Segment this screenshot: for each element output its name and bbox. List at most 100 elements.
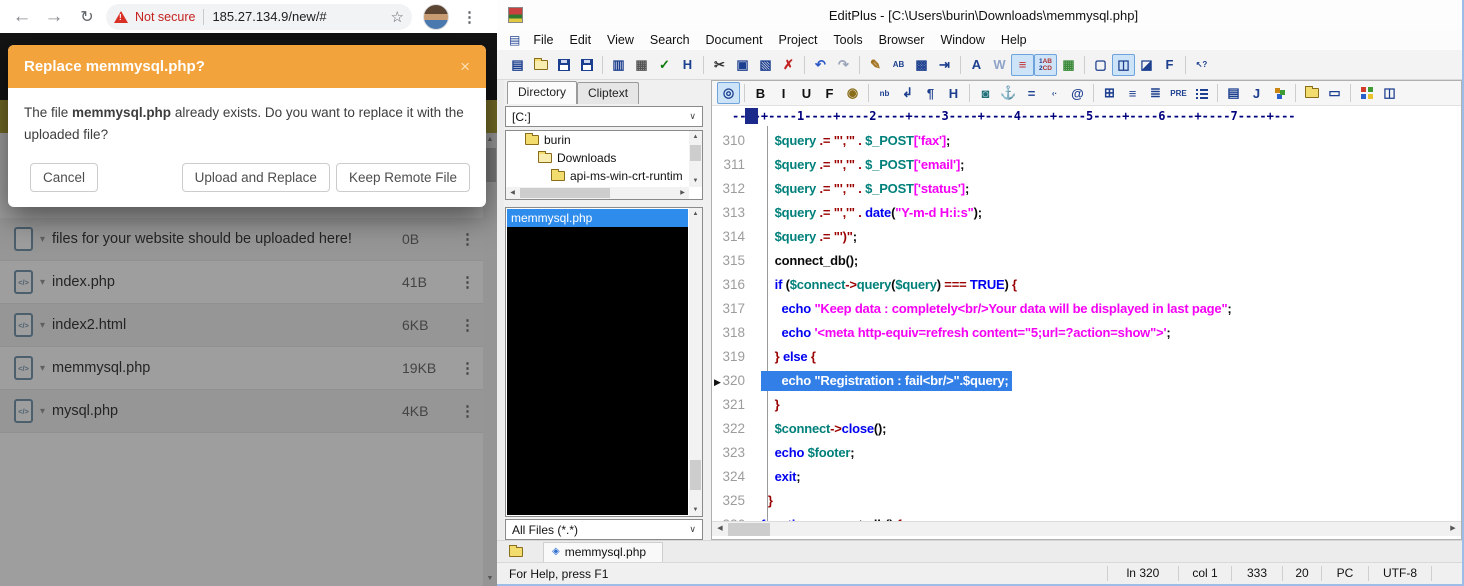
not-secure-label[interactable]: Not secure bbox=[135, 10, 195, 24]
scroll-right-icon[interactable]: ▶ bbox=[1445, 523, 1461, 535]
paste-icon[interactable]: ▧ bbox=[754, 54, 777, 76]
code-line[interactable]: 325 } bbox=[712, 488, 1461, 512]
undo-icon[interactable]: ↶ bbox=[809, 54, 832, 76]
line-break-icon[interactable]: ↲ bbox=[896, 82, 919, 104]
tab-cliptext[interactable]: Cliptext bbox=[577, 82, 639, 104]
tree-item[interactable]: burin bbox=[506, 131, 702, 149]
highlight-marker-icon[interactable]: ✎ bbox=[864, 54, 887, 76]
save-all-icon[interactable] bbox=[575, 54, 598, 76]
italic-icon[interactable]: I bbox=[772, 82, 795, 104]
code-line[interactable]: 322 $connect->close(); bbox=[712, 416, 1461, 440]
folder-icon[interactable] bbox=[509, 547, 523, 557]
scrollbar-thumb[interactable] bbox=[690, 460, 701, 490]
code-line[interactable]: 319 } else { bbox=[712, 344, 1461, 368]
heading-icon[interactable]: H bbox=[942, 82, 965, 104]
panel-toolbar-icon[interactable]: ▢ bbox=[1089, 54, 1112, 76]
code-line[interactable]: 320▶ echo "Registration : fail<br/>".$qu… bbox=[712, 368, 1461, 392]
cancel-button[interactable]: Cancel bbox=[30, 163, 98, 192]
panel-directory-icon[interactable]: ◫ bbox=[1112, 54, 1135, 76]
delete-icon[interactable]: ✗ bbox=[777, 54, 800, 76]
font-icon[interactable]: A bbox=[965, 54, 988, 76]
chevron-down-icon[interactable]: ∨ bbox=[689, 111, 702, 122]
panel-output-icon[interactable]: ◪ bbox=[1135, 54, 1158, 76]
ordered-list-icon[interactable] bbox=[1190, 82, 1213, 104]
menu-document[interactable]: Document bbox=[698, 33, 771, 47]
tree-item[interactable]: Downloads bbox=[506, 149, 702, 167]
menu-tools[interactable]: Tools bbox=[825, 33, 870, 47]
horizontal-rule-icon[interactable]: = bbox=[1020, 82, 1043, 104]
forward-icon[interactable]: → bbox=[42, 2, 66, 32]
code-line[interactable]: 316 if ($connect->query($query) === TRUE… bbox=[712, 272, 1461, 296]
frame-icon[interactable]: ◫ bbox=[1378, 82, 1401, 104]
menu-project[interactable]: Project bbox=[771, 33, 826, 47]
code-line[interactable]: 324 exit; bbox=[712, 464, 1461, 488]
address-bar[interactable]: Not secure 185.27.134.9/new/# ☆ bbox=[106, 4, 412, 30]
editor-horizontal-scrollbar[interactable]: ◀ ▶ bbox=[712, 521, 1461, 536]
preformatted-icon[interactable]: PRE bbox=[1167, 82, 1190, 104]
code-line[interactable]: 311 $query .= "','" . $_POST['email']; bbox=[712, 152, 1461, 176]
menu-view[interactable]: View bbox=[599, 33, 642, 47]
bookmark-star-icon[interactable]: ☆ bbox=[391, 8, 404, 26]
code-line[interactable]: 323 echo $footer; bbox=[712, 440, 1461, 464]
scroll-down-icon[interactable]: ▼ bbox=[689, 175, 702, 187]
tree-item[interactable]: api-ms-win-crt-runtim bbox=[506, 167, 702, 185]
duplicate-line-icon[interactable]: ▩ bbox=[910, 54, 933, 76]
code-editor[interactable]: 310 $query .= "','" . $_POST['fax'];311 … bbox=[712, 126, 1461, 523]
url-text[interactable]: 185.27.134.9/new/# bbox=[212, 9, 390, 24]
cut-icon[interactable]: ✂ bbox=[708, 54, 731, 76]
menu-browser[interactable]: Browser bbox=[871, 33, 933, 47]
document-icon[interactable]: ▤ bbox=[509, 33, 520, 47]
scroll-up-icon[interactable]: ▲ bbox=[689, 131, 702, 143]
reload-icon[interactable]: ↻ bbox=[76, 7, 98, 27]
print-preview-icon[interactable]: ▥ bbox=[607, 54, 630, 76]
code-line[interactable]: 317 echo "Keep data : completely<br/>You… bbox=[712, 296, 1461, 320]
code-line[interactable]: 313 $query .= "','" . date("Y-m-d H:i:s"… bbox=[712, 200, 1461, 224]
tag-angle-icon[interactable]: ‹· bbox=[1043, 82, 1066, 104]
redo-icon[interactable]: ↷ bbox=[832, 54, 855, 76]
menu-search[interactable]: Search bbox=[642, 33, 698, 47]
find-replace-icon[interactable]: AB bbox=[887, 54, 910, 76]
indent-icon[interactable]: ⇥ bbox=[933, 54, 956, 76]
avatar[interactable] bbox=[423, 4, 449, 30]
print-icon[interactable]: ▦ bbox=[630, 54, 653, 76]
context-help-icon[interactable]: ↖? bbox=[1190, 54, 1213, 76]
save-icon[interactable] bbox=[552, 54, 575, 76]
browser-menu-icon[interactable]: ⋮ bbox=[462, 8, 477, 26]
menu-window[interactable]: Window bbox=[932, 33, 992, 47]
anchor-icon[interactable]: ⚓ bbox=[997, 82, 1020, 104]
span-tag-icon[interactable]: ▭ bbox=[1323, 82, 1346, 104]
windows-colors-icon[interactable] bbox=[1355, 82, 1378, 104]
script-edit-icon[interactable]: ▤ bbox=[1222, 82, 1245, 104]
time-stamp-icon[interactable]: ◉ bbox=[841, 82, 864, 104]
open-file-icon[interactable] bbox=[529, 54, 552, 76]
copy-icon[interactable]: ▣ bbox=[731, 54, 754, 76]
scroll-down-icon[interactable]: ▼ bbox=[689, 504, 702, 516]
scroll-left-icon[interactable]: ◀ bbox=[506, 187, 519, 199]
color-palette-icon[interactable]: ▦ bbox=[1057, 54, 1080, 76]
underline-icon[interactable]: U bbox=[795, 82, 818, 104]
selected-file-item[interactable]: memmysql.php bbox=[507, 209, 688, 227]
panel-function-icon[interactable]: F bbox=[1158, 54, 1181, 76]
paragraph-icon[interactable]: ¶ bbox=[919, 82, 942, 104]
align-center-icon[interactable]: ≡ bbox=[1121, 82, 1144, 104]
word-wrap-icon[interactable]: W bbox=[988, 54, 1011, 76]
close-icon[interactable]: × bbox=[460, 57, 470, 77]
sort-icon[interactable]: 1AB2CD bbox=[1034, 54, 1057, 76]
java-applet-icon[interactable]: J bbox=[1245, 82, 1268, 104]
at-sign-icon[interactable]: @ bbox=[1066, 82, 1089, 104]
scrollbar-thumb[interactable] bbox=[690, 145, 701, 161]
chevron-down-icon[interactable]: ∨ bbox=[689, 524, 702, 535]
nbsp-icon[interactable]: nb bbox=[873, 82, 896, 104]
not-secure-warning-icon[interactable] bbox=[114, 11, 128, 23]
menu-file[interactable]: File bbox=[525, 33, 561, 47]
browser-preview-icon[interactable]: ◎ bbox=[717, 82, 740, 104]
new-file-icon[interactable]: ▤ bbox=[506, 54, 529, 76]
folder-tag-icon[interactable] bbox=[1300, 82, 1323, 104]
bold-icon[interactable]: B bbox=[749, 82, 772, 104]
keep-remote-file-button[interactable]: Keep Remote File bbox=[336, 163, 470, 192]
scrollbar-thumb[interactable] bbox=[520, 188, 610, 198]
align-right-icon[interactable]: ≣ bbox=[1144, 82, 1167, 104]
table-icon[interactable]: ⊞ bbox=[1098, 82, 1121, 104]
tab-directory[interactable]: Directory bbox=[507, 81, 577, 104]
code-line[interactable]: 315 connect_db(); bbox=[712, 248, 1461, 272]
